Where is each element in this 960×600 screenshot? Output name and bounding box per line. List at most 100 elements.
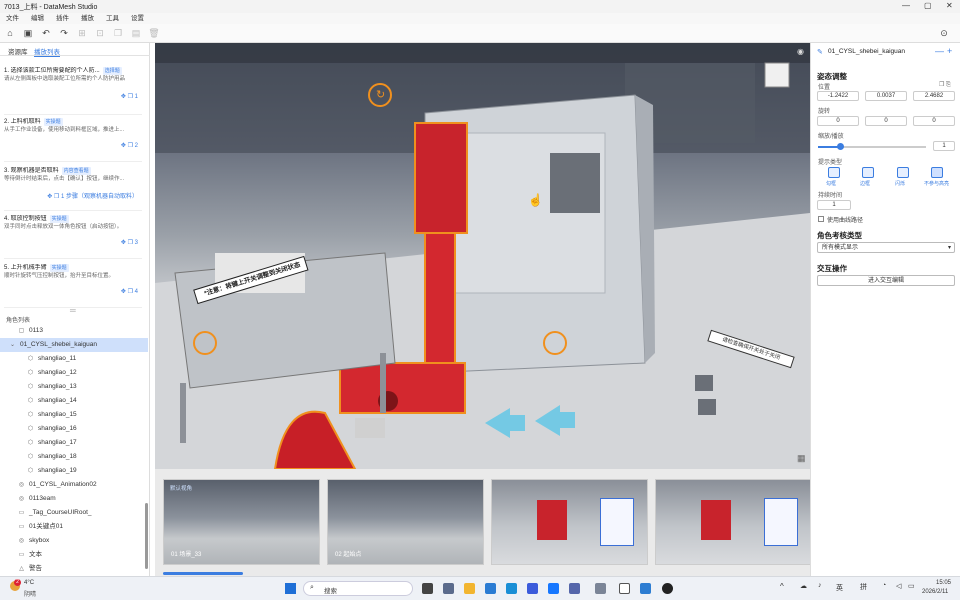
clock-time[interactable]: 15:05 <box>936 580 951 586</box>
add-icon[interactable]: + <box>947 46 952 56</box>
battery-icon[interactable]: ▭ <box>908 582 915 590</box>
tab-resources[interactable]: 资源库 <box>8 46 28 56</box>
step-pages[interactable]: ✥ ❐ 1 步骤（观察机器自动取料） <box>47 191 138 200</box>
app-icon[interactable] <box>548 583 559 594</box>
home-icon[interactable]: ⌂ <box>4 27 16 39</box>
chevron-up-icon[interactable]: ^ <box>780 582 784 591</box>
rotation-x-field[interactable]: 0 <box>817 116 859 126</box>
datamesh-studio-icon[interactable] <box>640 583 651 594</box>
rotation-y-field[interactable]: 0 <box>865 116 907 126</box>
import-icon[interactable]: ⊞ <box>76 27 88 39</box>
scale-value-field[interactable]: 1 <box>933 141 955 151</box>
app-icon[interactable] <box>527 583 538 594</box>
microphone-icon[interactable]: ♪ <box>818 582 822 589</box>
copy-icon[interactable]: ❐ <box>112 27 124 39</box>
redo-icon[interactable]: ↷ <box>58 27 70 39</box>
collapse-icon[interactable]: — <box>935 46 944 56</box>
thumbnail-1[interactable]: 默认视角 01 场景_33 <box>163 479 320 565</box>
3d-viewport[interactable]: *注意：将键上开关调整到关闭状态 请检查确保开关处于关闭 ↻ ☝ ▦ ◉ <box>155 43 810 469</box>
tree-item[interactable]: △ 警告 <box>0 562 148 576</box>
highlight-outline-icon[interactable] <box>828 167 840 178</box>
volume-icon[interactable]: ◁ <box>896 582 901 590</box>
settings-icon[interactable]: ⊙ <box>938 27 950 39</box>
step-item[interactable]: 4. 取放控制按钮 实操题 双手同时点击释放双一体角色按钮（启动按钮）。 ✥ ❐ … <box>4 213 142 259</box>
menu-plugin[interactable]: 插件 <box>56 13 69 24</box>
grid-toggle-icon[interactable]: ▦ <box>797 453 806 464</box>
browser-icon[interactable] <box>485 583 496 594</box>
step-pages[interactable]: ✥ ❐ 2 <box>121 142 138 149</box>
thumbnail-3[interactable] <box>491 479 648 565</box>
tree-item[interactable]: ▭ _Tag_CourseUIRoot_ <box>0 506 148 520</box>
app-icon[interactable] <box>569 583 580 594</box>
tree-item[interactable]: ⬡ shangliao_14 <box>0 394 148 408</box>
minimize-icon[interactable]: — <box>902 1 910 10</box>
app-icon[interactable] <box>619 583 630 594</box>
scale-slider-handle[interactable] <box>837 143 844 150</box>
cloud-icon[interactable]: ☁ <box>800 582 807 590</box>
duration-field[interactable]: 1 <box>817 200 851 210</box>
menu-tools[interactable]: 工具 <box>106 13 119 24</box>
network-icon[interactable]: ◔ <box>882 582 886 589</box>
windows-start-icon[interactable] <box>285 583 296 594</box>
highlight-flash-icon[interactable] <box>897 167 909 178</box>
language-indicator[interactable]: 英 <box>836 583 843 593</box>
app-icon[interactable] <box>662 583 673 594</box>
delete-icon[interactable]: 🗑 <box>148 27 160 39</box>
input-method-icon[interactable]: 拼 <box>860 582 867 592</box>
paste-icon[interactable]: ▤ <box>130 27 142 39</box>
step-pages[interactable]: ✥ ❐ 4 <box>121 288 138 295</box>
menu-file[interactable]: 文件 <box>6 13 19 24</box>
highlight-border-icon[interactable] <box>862 167 874 178</box>
task-view-icon[interactable] <box>422 583 433 594</box>
file-explorer-icon[interactable] <box>464 583 475 594</box>
rotation-z-field[interactable]: 0 <box>913 116 955 126</box>
tab-playlist[interactable]: 播放列表 <box>34 46 60 57</box>
step-item[interactable]: 5. 上升机械手臂 实操题 顺时针旋转气压控制按钮，抬升至目标位置。 ✥ ❐ 4 <box>4 262 142 308</box>
tree-scrollbar[interactable] <box>145 503 148 569</box>
tree-item[interactable]: ▢ 0113 <box>0 324 148 338</box>
tree-item[interactable]: ◎ 0113eam <box>0 492 148 506</box>
maximize-icon[interactable]: ▢ <box>924 1 932 10</box>
menu-settings[interactable]: 设置 <box>131 13 144 24</box>
tree-item[interactable]: ⬡ shangliao_11 <box>0 352 148 366</box>
menu-edit[interactable]: 编辑 <box>31 13 44 24</box>
tree-item[interactable]: ◎ 01_CYSL_Animation02 <box>0 478 148 492</box>
position-x-field[interactable]: -1.2422 <box>817 91 859 101</box>
position-z-field[interactable]: 2.4682 <box>913 91 955 101</box>
step-item[interactable]: 1. 选择该款工位所需要配的个人防... 选择题 请从左侧面板中选取装配工位所需的… <box>4 67 142 115</box>
position-y-field[interactable]: 0.0037 <box>865 91 907 101</box>
menu-play[interactable]: 播放 <box>81 13 94 24</box>
tree-item[interactable]: ⬡ shangliao_19 <box>0 464 148 478</box>
tree-item[interactable]: ⬡ shangliao_18 <box>0 450 148 464</box>
role-type-select[interactable]: 所有模式显示 ▾ <box>817 242 955 253</box>
rotate-hotspot-icon[interactable]: ↻ <box>376 88 385 101</box>
thumbnail-4[interactable] <box>655 479 812 565</box>
splitter-handle[interactable]: ═ <box>70 306 76 315</box>
close-icon[interactable]: ✕ <box>946 1 953 10</box>
tree-item[interactable]: ⬡ shangliao_15 <box>0 408 148 422</box>
tree-item[interactable]: ⌄ 01_CYSL_shebei_kaiguan <box>0 338 148 352</box>
tree-item[interactable]: ▭ 01关键点01 <box>0 520 148 534</box>
undo-icon[interactable]: ↶ <box>40 27 52 39</box>
tree-item[interactable]: ⬡ shangliao_12 <box>0 366 148 380</box>
app-icon[interactable] <box>595 583 606 594</box>
step-pages[interactable]: ✥ ❐ 3 <box>121 239 138 246</box>
step-pages[interactable]: ✥ ❐ 1 <box>121 93 138 100</box>
app-icon[interactable] <box>443 583 454 594</box>
save-icon[interactable]: ▣ <box>22 27 34 39</box>
step-item[interactable]: 2. 上料机取料 实操题 从手工作业设备，使用移动到料框区域，推进上... ✥ ❐… <box>4 116 142 162</box>
copy-icon[interactable]: ❐ ⎘ <box>939 81 951 89</box>
highlight-none-icon[interactable] <box>931 167 943 178</box>
curve-path-checkbox[interactable] <box>818 216 824 222</box>
tree-item[interactable]: ▭ 文本 <box>0 548 148 562</box>
step-item[interactable]: 3. 观察机器是否取料 内容查看题 等待倒计时结束后，点击【确认】按钮，继续作..… <box>4 165 142 211</box>
taskbar-search[interactable]: ⌕ 搜索 <box>303 581 413 596</box>
clock-date[interactable]: 2026/2/11 <box>922 589 948 595</box>
thumbnail-scrollbar[interactable] <box>163 572 243 575</box>
export-icon[interactable]: ⊡ <box>94 27 106 39</box>
visibility-icon[interactable]: ◉ <box>797 47 804 56</box>
enter-interaction-edit-button[interactable]: 进入交互编辑 <box>817 275 955 286</box>
tree-item[interactable]: ⬡ shangliao_13 <box>0 380 148 394</box>
tree-item[interactable]: ⬡ shangliao_16 <box>0 422 148 436</box>
thumbnail-2[interactable]: 02 起始点 <box>327 479 484 565</box>
